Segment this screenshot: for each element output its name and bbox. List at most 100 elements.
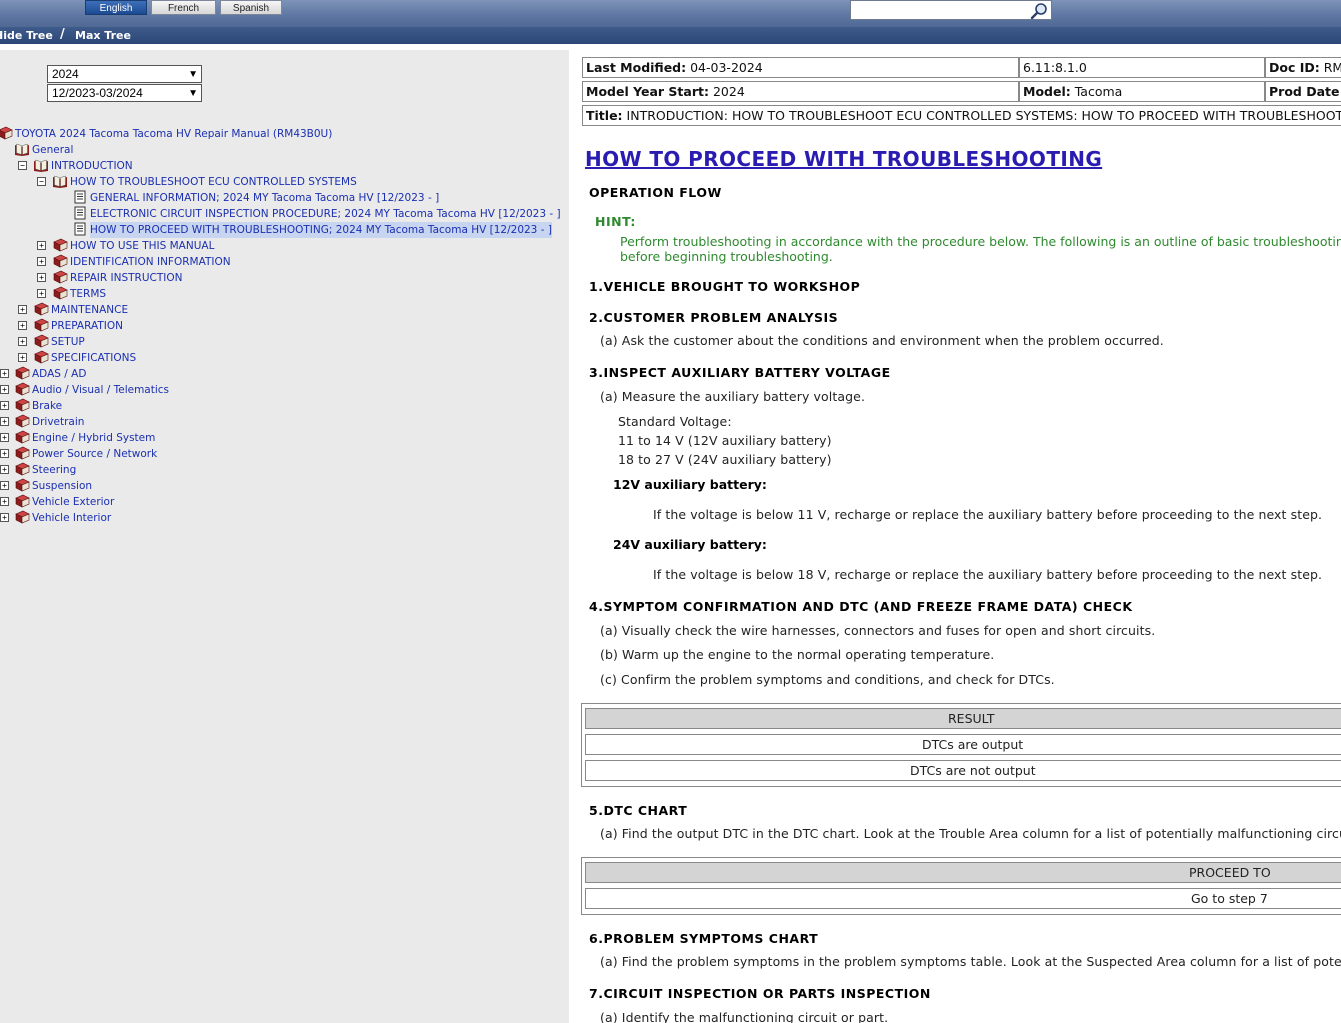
tree-item-label[interactable]: Engine / Hybrid System <box>32 430 155 446</box>
tree-item-label[interactable]: HOW TO USE THIS MANUAL <box>70 238 214 254</box>
tree-item[interactable]: + SETUP <box>0 334 569 350</box>
tree-item[interactable]: + HOW TO USE THIS MANUAL <box>0 238 569 254</box>
expand-icon[interactable]: + <box>18 353 27 362</box>
result-row-text: DTCs are output <box>922 737 1024 752</box>
chevron-down-icon: ▼ <box>188 69 198 80</box>
step-3-heading: 3.INSPECT AUXILIARY BATTERY VOLTAGE <box>589 365 891 380</box>
expand-icon[interactable]: + <box>0 497 9 506</box>
tree-item[interactable]: + Power Source / Network <box>0 446 569 462</box>
expand-icon[interactable]: + <box>18 337 27 346</box>
tree-item-label[interactable]: Suspension <box>32 478 92 494</box>
expand-icon[interactable]: + <box>18 321 27 330</box>
expand-icon[interactable]: + <box>0 481 9 490</box>
tree-item[interactable]: GENERAL INFORMATION; 2024 MY Tacoma Taco… <box>0 190 569 206</box>
expand-icon[interactable]: + <box>37 289 46 298</box>
tree-item-label[interactable]: MAINTENANCE <box>51 302 128 318</box>
expand-icon[interactable]: + <box>0 401 9 410</box>
max-tree-link[interactable]: Max Tree <box>75 27 131 44</box>
search-icon[interactable] <box>1030 2 1048 20</box>
tree-item[interactable]: + Suspension <box>0 478 569 494</box>
expand-icon[interactable]: + <box>0 513 9 522</box>
model-year-value: 2024 <box>712 84 745 99</box>
tree-item-label[interactable]: INTRODUCTION <box>51 158 133 174</box>
expand-icon[interactable]: + <box>37 273 46 282</box>
closed-book-icon <box>34 318 49 332</box>
tree-item-label[interactable]: IDENTIFICATION INFORMATION <box>70 254 231 270</box>
tree-item-label[interactable]: TERMS <box>70 286 106 302</box>
expand-icon[interactable]: + <box>0 385 9 394</box>
tree-item[interactable]: + IDENTIFICATION INFORMATION <box>0 254 569 270</box>
tree-item-label[interactable]: ADAS / AD <box>32 366 86 382</box>
open-book-icon <box>53 175 67 188</box>
tree-item-label[interactable]: Brake <box>32 398 62 414</box>
expand-icon[interactable]: + <box>37 257 46 266</box>
tree-item-label[interactable]: GENERAL INFORMATION; 2024 MY Tacoma Taco… <box>90 190 439 206</box>
tree-item-label[interactable]: General <box>32 142 73 158</box>
tree-item[interactable]: − INTRODUCTION <box>0 158 569 174</box>
tree-item[interactable]: + REPAIR INSTRUCTION <box>0 270 569 286</box>
tree-item-label[interactable]: Drivetrain <box>32 414 84 430</box>
page-title[interactable]: HOW TO PROCEED WITH TROUBLESHOOTING <box>585 147 1102 171</box>
tree-item-label[interactable]: Power Source / Network <box>32 446 157 462</box>
collapse-icon[interactable]: − <box>37 177 46 186</box>
tree-item-label[interactable]: TOYOTA 2024 Tacoma Tacoma HV Repair Manu… <box>15 126 332 142</box>
proceed-row-text: Go to step 7 <box>1191 891 1268 906</box>
table-row: DTCs are output <box>585 734 1341 755</box>
expand-icon[interactable]: + <box>0 449 9 458</box>
battery-24v-label: 24V auxiliary battery: <box>613 537 767 552</box>
closed-book-icon <box>53 270 68 284</box>
tree-item[interactable]: + Vehicle Exterior <box>0 494 569 510</box>
tree-item-label[interactable]: REPAIR INSTRUCTION <box>70 270 182 286</box>
collapse-icon[interactable]: − <box>18 161 27 170</box>
tree-item[interactable]: ELECTRONIC CIRCUIT INSPECTION PROCEDURE;… <box>0 206 569 222</box>
expand-icon[interactable]: + <box>0 369 9 378</box>
tree-item[interactable]: + Steering <box>0 462 569 478</box>
tree-item[interactable]: + TERMS <box>0 286 569 302</box>
date-range-select[interactable]: 12/2023-03/2024 ▼ <box>47 84 202 102</box>
tree-item-label[interactable]: SPECIFICATIONS <box>51 350 136 366</box>
tree-item[interactable]: + Drivetrain <box>0 414 569 430</box>
tree-item-label[interactable]: HOW TO PROCEED WITH TROUBLESHOOTING; 202… <box>90 222 552 238</box>
expand-icon[interactable]: + <box>37 241 46 250</box>
tree-item-label[interactable]: Vehicle Exterior <box>32 494 114 510</box>
model-value: Tacoma <box>1074 84 1123 99</box>
step-3a-text: (a) Measure the auxiliary battery voltag… <box>600 389 866 404</box>
tree-item-label[interactable]: Vehicle Interior <box>32 510 111 526</box>
tree-item-label[interactable]: PREPARATION <box>51 318 123 334</box>
tree-item[interactable]: + Audio / Visual / Telematics <box>0 382 569 398</box>
tree-item[interactable]: HOW TO PROCEED WITH TROUBLESHOOTING; 202… <box>0 222 569 238</box>
tree-item-label[interactable]: SETUP <box>51 334 85 350</box>
search-input[interactable] <box>850 0 1052 20</box>
tree-item[interactable]: + ADAS / AD <box>0 366 569 382</box>
expand-icon[interactable]: + <box>0 433 9 442</box>
tree-item[interactable]: TOYOTA 2024 Tacoma Tacoma HV Repair Manu… <box>0 126 569 142</box>
tree-item-label[interactable]: HOW TO TROUBLESHOOT ECU CONTROLLED SYSTE… <box>70 174 357 190</box>
closed-book-icon <box>53 286 68 300</box>
tree-item[interactable]: + Vehicle Interior <box>0 510 569 526</box>
tree-item-label[interactable]: ELECTRONIC CIRCUIT INSPECTION PROCEDURE;… <box>90 206 561 222</box>
closed-book-icon <box>15 510 30 524</box>
tree-item[interactable]: + Engine / Hybrid System <box>0 430 569 446</box>
language-spanish-button[interactable]: Spanish <box>220 0 282 15</box>
tree-item-label[interactable]: Audio / Visual / Telematics <box>32 382 169 398</box>
expand-icon[interactable]: + <box>0 417 9 426</box>
doc-id-label: Doc ID: <box>1269 60 1320 75</box>
model-label: Model: <box>1023 84 1071 99</box>
tree-item[interactable]: + Brake <box>0 398 569 414</box>
tree-item[interactable]: + SPECIFICATIONS <box>0 350 569 366</box>
closed-book-icon <box>15 478 30 492</box>
expand-icon[interactable]: + <box>18 305 27 314</box>
tree-item[interactable]: + MAINTENANCE <box>0 302 569 318</box>
year-select[interactable]: 2024 ▼ <box>47 65 202 83</box>
hide-tree-link[interactable]: Hide Tree <box>0 27 53 44</box>
language-french-button[interactable]: French <box>151 0 216 15</box>
tree-item[interactable]: General <box>0 142 569 158</box>
tree-item-label[interactable]: Steering <box>32 462 76 478</box>
tree-item[interactable]: + PREPARATION <box>0 318 569 334</box>
tree-item[interactable]: − HOW TO TROUBLESHOOT ECU CONTROLLED SYST… <box>0 174 569 190</box>
step-4a-text: (a) Visually check the wire harnesses, c… <box>600 623 1156 638</box>
step-4-heading: 4.SYMPTOM CONFIRMATION AND DTC (AND FREE… <box>589 599 1133 614</box>
expand-icon[interactable]: + <box>0 465 9 474</box>
language-english-button[interactable]: English <box>85 0 147 15</box>
closed-book-icon <box>15 382 30 396</box>
